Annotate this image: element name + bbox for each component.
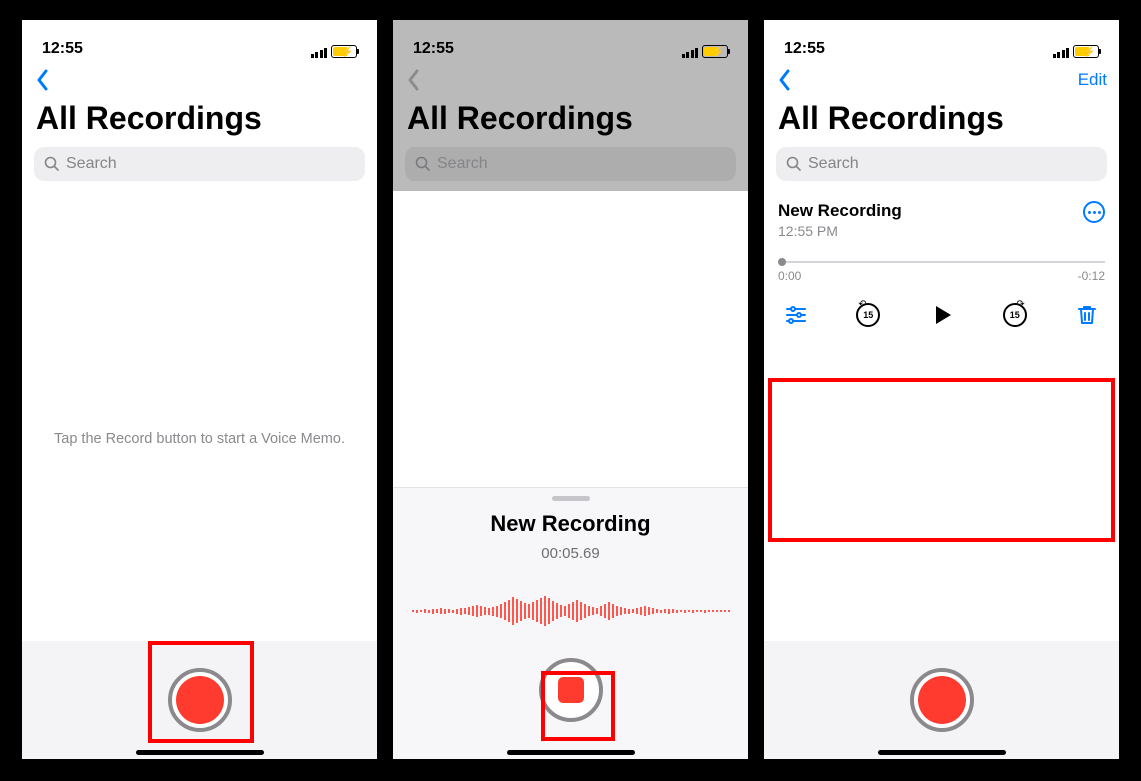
play-button[interactable] — [927, 301, 957, 329]
status-bar: 12:55 ⚡ — [764, 20, 1119, 62]
scrubber[interactable] — [778, 261, 1105, 263]
page-title: All Recordings — [764, 98, 1119, 145]
cellular-icon — [311, 46, 328, 58]
sheet-grabber[interactable] — [552, 496, 590, 501]
search-input[interactable]: Search — [34, 147, 365, 181]
skip-forward-button[interactable]: 15↷ — [1001, 301, 1029, 329]
sliders-icon — [784, 303, 808, 327]
screen-2-recording: 12:55 ⚡ All Recordings Search N — [393, 20, 748, 759]
trash-icon — [1075, 303, 1099, 327]
cellular-icon — [1053, 46, 1070, 58]
options-button[interactable] — [782, 301, 810, 329]
back-button[interactable] — [405, 69, 423, 91]
recording-timer: 00:05.69 — [393, 545, 748, 562]
battery-icon: ⚡ — [1073, 45, 1099, 58]
page-title: All Recordings — [22, 98, 377, 145]
record-button[interactable] — [168, 668, 232, 732]
delete-button[interactable] — [1073, 301, 1101, 329]
screen-3-saved: 12:55 ⚡ Edit All Recordings Search — [764, 20, 1119, 759]
record-icon — [918, 676, 966, 724]
status-time: 12:55 — [784, 40, 825, 58]
time-elapsed: 0:00 — [778, 269, 801, 283]
stop-button[interactable] — [539, 658, 603, 722]
page-title: All Recordings — [393, 98, 748, 145]
skip-back-button[interactable]: 15↶ — [854, 301, 882, 329]
screen-1-empty: 12:55 ⚡ All Recordings Search Tap the Re… — [22, 20, 377, 759]
time-remaining: -0:12 — [1078, 269, 1105, 283]
search-input[interactable]: Search — [405, 147, 736, 181]
battery-icon: ⚡ — [331, 45, 357, 58]
search-placeholder: Search — [66, 155, 117, 173]
home-indicator[interactable] — [136, 750, 264, 755]
recording-sheet[interactable]: New Recording 00:05.69 — [393, 487, 748, 759]
recording-subtitle: 12:55 PM — [778, 223, 902, 239]
highlight-box — [768, 378, 1115, 542]
record-strip — [764, 641, 1119, 759]
search-icon — [415, 156, 431, 172]
home-indicator[interactable] — [878, 750, 1006, 755]
more-button[interactable] — [1083, 201, 1105, 223]
status-time: 12:55 — [42, 40, 83, 58]
empty-hint: Tap the Record button to start a Voice M… — [22, 431, 377, 447]
scrubber-handle-icon[interactable] — [778, 258, 786, 266]
recording-name: New Recording — [778, 201, 902, 221]
record-strip — [22, 641, 377, 759]
recording-title: New Recording — [393, 511, 748, 537]
search-placeholder: Search — [808, 155, 859, 173]
search-placeholder: Search — [437, 155, 488, 173]
status-time: 12:55 — [413, 40, 454, 58]
record-icon — [176, 676, 224, 724]
back-button[interactable] — [34, 69, 52, 91]
waveform — [393, 580, 748, 642]
battery-icon: ⚡ — [702, 45, 728, 58]
status-bar: 12:55 ⚡ — [393, 20, 748, 62]
stop-icon — [558, 677, 584, 703]
status-bar: 12:55 ⚡ — [22, 20, 377, 62]
back-button[interactable] — [776, 69, 794, 91]
cellular-icon — [682, 46, 699, 58]
record-button[interactable] — [910, 668, 974, 732]
play-icon — [930, 303, 954, 327]
search-input[interactable]: Search — [776, 147, 1107, 181]
search-icon — [786, 156, 802, 172]
recording-item[interactable]: New Recording 12:55 PM 0:00 -0:12 — [764, 191, 1119, 339]
home-indicator[interactable] — [507, 750, 635, 755]
edit-button[interactable]: Edit — [1078, 70, 1107, 90]
search-icon — [44, 156, 60, 172]
